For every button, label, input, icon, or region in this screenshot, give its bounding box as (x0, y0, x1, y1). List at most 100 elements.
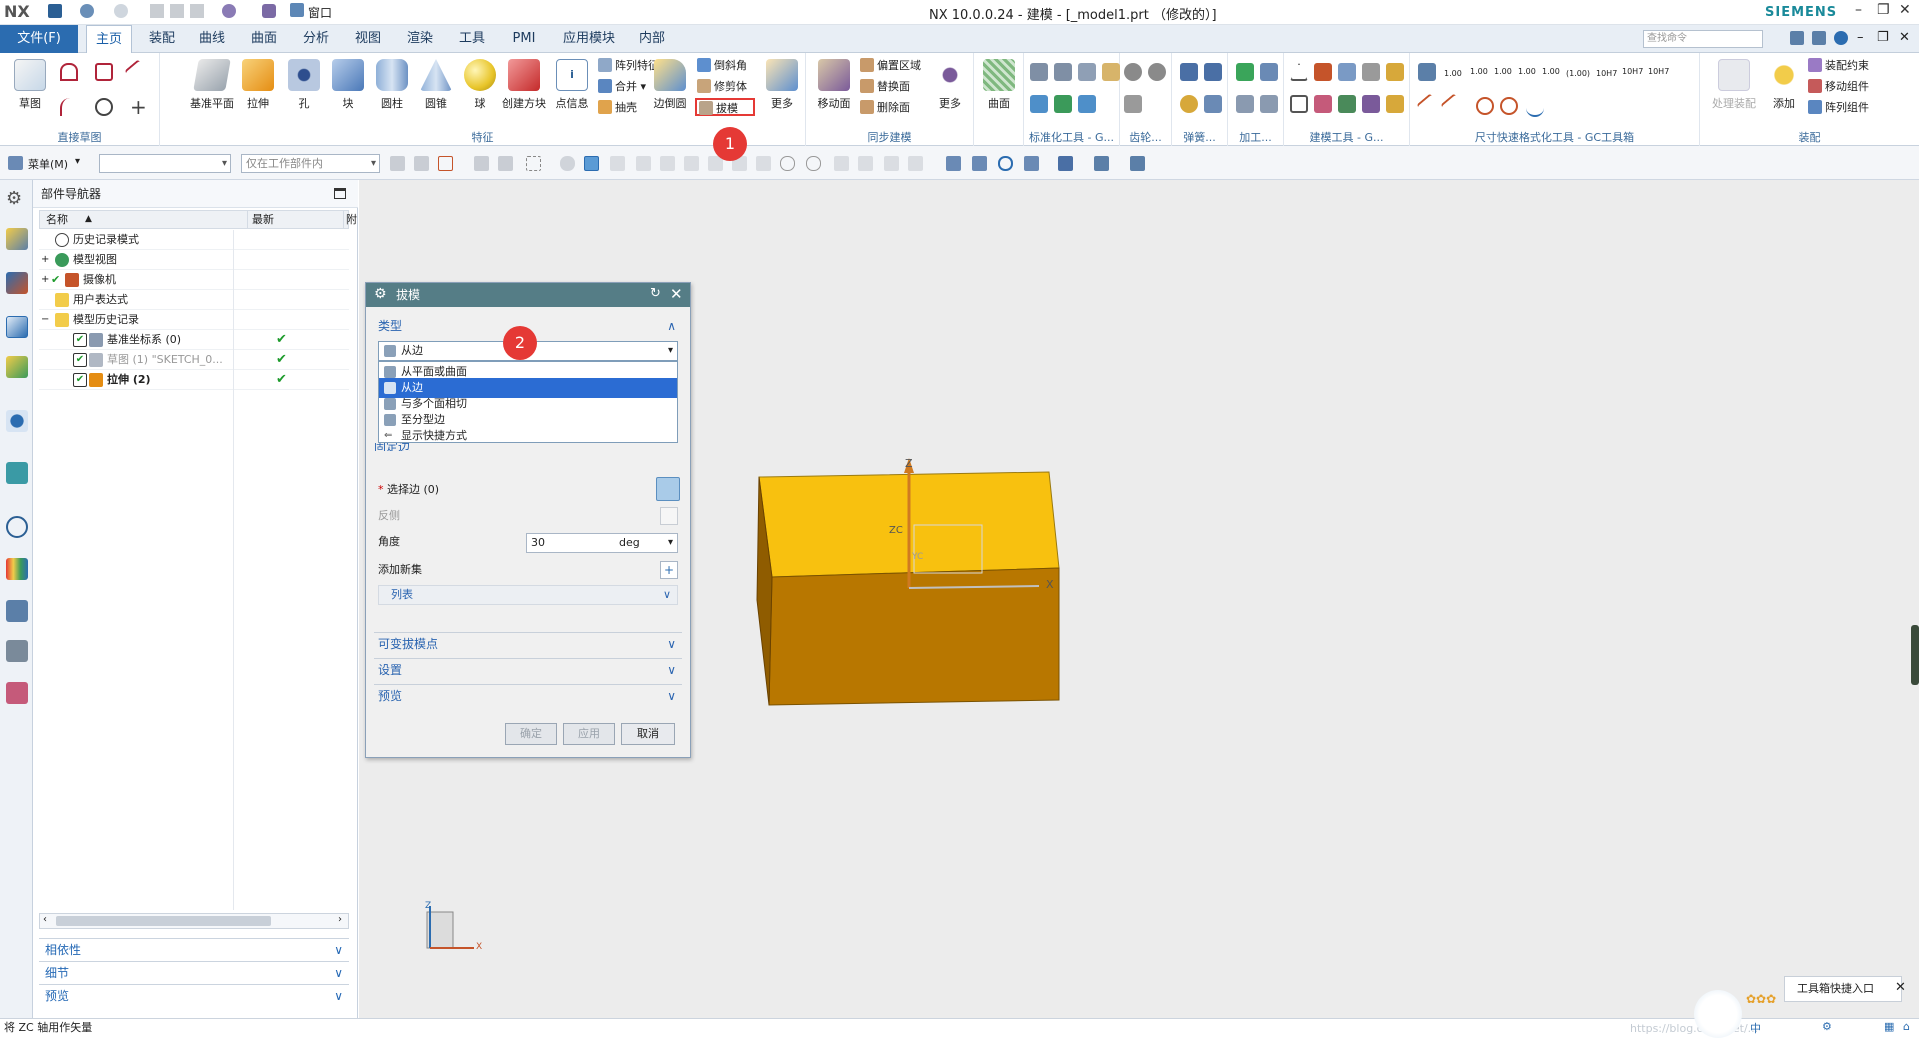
process-assembly-button[interactable]: 处理装配 (1712, 57, 1756, 123)
restore-icon[interactable]: ❐ (1877, 2, 1890, 18)
tree-node-model-history[interactable]: − 模型历史记录 (39, 310, 349, 330)
modeling-tool-icon[interactable] (1290, 95, 1308, 113)
radius-icon[interactable] (1526, 99, 1544, 117)
point-info-button[interactable]: i 点信息 (550, 57, 594, 123)
modeling-tool-icon[interactable] (1290, 63, 1308, 81)
modeling-tool-icon[interactable] (1386, 63, 1404, 81)
snap-icon[interactable] (560, 156, 575, 171)
sync-more-button[interactable]: 更多 (928, 57, 972, 123)
list-section[interactable]: 列表 ∨ (378, 585, 678, 605)
spring-icon[interactable] (1180, 63, 1198, 81)
dimension-label[interactable]: 10H7 (1622, 67, 1643, 76)
cut-icon[interactable] (150, 4, 164, 18)
scroll-right-icon[interactable]: › (338, 914, 342, 925)
snap-icon[interactable] (780, 156, 795, 171)
datum-plane-button[interactable]: 基准平面 (190, 57, 234, 123)
diameter-icon[interactable] (1476, 97, 1494, 115)
tree-node-model-views[interactable]: + 模型视图 (39, 250, 349, 270)
dimension-label[interactable]: 10H7 (1596, 69, 1617, 78)
point-icon[interactable]: + (130, 95, 147, 119)
history-icon[interactable] (6, 516, 28, 538)
snap-icon[interactable] (474, 156, 489, 171)
collapse-icon[interactable]: − (41, 310, 49, 330)
web-browser-icon[interactable] (6, 462, 28, 484)
gear-icon[interactable] (1148, 63, 1166, 81)
tab-analysis[interactable]: 分析 (294, 25, 338, 53)
toolbox-shortcut-popup[interactable]: 工具箱快捷入口 (1784, 976, 1902, 1002)
window-menu[interactable]: 窗口 (308, 4, 332, 21)
reset-icon[interactable]: ↻ (650, 286, 661, 301)
close-icon[interactable]: ✕ (1899, 2, 1911, 18)
tree-node-extrude[interactable]: ✔ 拉伸 (2) ✔ (39, 370, 349, 390)
tree-node-sketch[interactable]: ✔ 草图 (1) "SKETCH_0... ✔ (39, 350, 349, 370)
tray-grid-icon[interactable]: ▦ (1884, 1020, 1894, 1033)
tree-node-history-mode[interactable]: 历史记录模式 (39, 230, 349, 250)
dialog-title-bar[interactable]: 拔模 (366, 283, 690, 307)
modeling-tool-icon[interactable] (1386, 95, 1404, 113)
sphere-button[interactable]: 球 (458, 57, 502, 123)
tab-tools[interactable]: 工具 (450, 25, 494, 53)
dimension-tool-icon[interactable] (1418, 63, 1436, 81)
tray-lock-icon[interactable]: ⌂ (1903, 1020, 1910, 1033)
manufacturing-wizard-icon[interactable] (6, 640, 28, 662)
cylinder-button[interactable]: 圆柱 (370, 57, 414, 123)
snap-icon[interactable] (636, 156, 651, 171)
snap-icon[interactable] (610, 156, 625, 171)
shell-button[interactable]: 抽壳 (598, 99, 637, 117)
constraint-navigator-icon[interactable] (6, 272, 28, 294)
section-fixed-edge[interactable]: 固定边 (374, 443, 682, 451)
check-icon[interactable]: ✔ (51, 270, 60, 290)
hd3d-tools-icon[interactable] (6, 410, 28, 432)
render-style-icon[interactable] (1058, 156, 1073, 171)
gc-tool-icon[interactable] (1054, 63, 1072, 81)
column-latest[interactable]: 最新 (247, 211, 274, 228)
column-attached[interactable]: 附 (343, 211, 357, 228)
rotate-icon[interactable] (998, 156, 1013, 171)
column-name[interactable]: 名称 (46, 211, 68, 228)
gc-tool-icon[interactable] (1054, 95, 1072, 113)
move-component-button[interactable]: 移动组件 (1808, 78, 1869, 96)
hole-button[interactable]: 孔 (282, 57, 326, 123)
edge-blend-button[interactable]: 边倒圆 (648, 57, 692, 123)
machining-icon[interactable] (1260, 63, 1278, 81)
file-menu-button[interactable]: 文件(F) (0, 25, 78, 53)
chamfer-button[interactable]: 倒斜角 (697, 57, 747, 75)
section-details[interactable]: 细节 ∨ (39, 961, 349, 983)
dimension-label[interactable]: 1.00 (1470, 67, 1488, 76)
tab-assembly[interactable]: 装配 (140, 25, 184, 53)
snap-icon[interactable] (908, 156, 923, 171)
gear-icon[interactable] (1124, 63, 1142, 81)
spring-icon[interactable] (1204, 63, 1222, 81)
tab-view[interactable]: 视图 (346, 25, 390, 53)
ime-indicator-icon[interactable]: 中 (1750, 1020, 1761, 1036)
tab-surface[interactable]: 曲面 (242, 25, 286, 53)
section-variable-draft-points[interactable]: 可变拔模点 ∨ (374, 632, 682, 654)
replace-face-button[interactable]: 替换面 (860, 78, 910, 96)
gc-tool-icon[interactable] (1030, 63, 1048, 81)
ribbon-collapse-icon[interactable] (1812, 31, 1826, 45)
assembly-navigator-icon[interactable] (6, 228, 28, 250)
rectangle-icon[interactable] (95, 63, 113, 81)
touch-mode-icon[interactable] (262, 4, 276, 18)
modeling-tool-icon[interactable] (1314, 63, 1332, 81)
add-set-icon[interactable]: + (660, 561, 678, 579)
view-options-icon[interactable] (1130, 156, 1145, 171)
selection-filter-icon[interactable] (414, 156, 429, 171)
modeling-tool-icon[interactable] (1314, 95, 1332, 113)
gear-icon[interactable] (1124, 95, 1142, 113)
section-preview[interactable]: 预览 ∨ (374, 684, 682, 706)
active-snap-icon[interactable] (584, 156, 599, 171)
snap-icon[interactable] (684, 156, 699, 171)
snap-icon[interactable] (806, 156, 821, 171)
reverse-side-icon[interactable] (660, 507, 678, 525)
paste-icon[interactable] (190, 4, 204, 18)
copy-icon[interactable] (170, 4, 184, 18)
tree-node-cameras[interactable]: + ✔ 摄像机 (39, 270, 349, 290)
tab-applications[interactable]: 应用模块 (556, 25, 622, 53)
draft-button[interactable]: 拔模 (695, 98, 755, 116)
assembly-constraints-button[interactable]: 装配约束 (1808, 57, 1869, 75)
section-settings[interactable]: 设置 ∨ (374, 658, 682, 680)
cancel-button[interactable]: 取消 (621, 723, 675, 745)
tray-settings-icon[interactable]: ⚙ (1822, 1020, 1832, 1033)
gc-tool-icon[interactable] (1102, 63, 1120, 81)
